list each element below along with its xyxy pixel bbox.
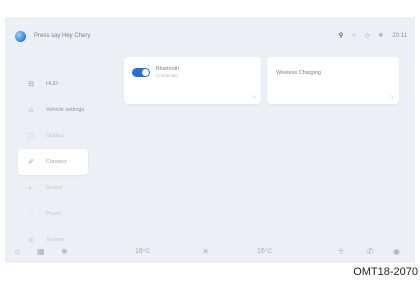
bluetooth-status-icon: ✲: [378, 33, 384, 39]
sidebar-item-display[interactable]: ☐ Display: [18, 123, 88, 149]
expand-arrow-icon: ↘: [389, 94, 394, 100]
wireless-charging-title: Wireless Charging: [276, 70, 321, 76]
bluetooth-tile[interactable]: Bluetooth Connected ↘: [124, 57, 261, 104]
home-icon[interactable]: ⌂: [15, 247, 20, 257]
sound-icon: ◐: [28, 184, 34, 192]
bluetooth-title: Bluetooth: [156, 66, 180, 72]
sidebar-item-vehicle-settings[interactable]: ⌂ Vehicle settings: [18, 97, 88, 123]
phone-icon[interactable]: ✆: [367, 247, 374, 257]
left-temp-unit: °C: [142, 248, 151, 255]
hud-icon: ⊟: [28, 81, 34, 88]
clock: 20:11: [392, 32, 407, 39]
car-icon: ⌂: [28, 106, 34, 114]
sidebar-item-label: Power: [46, 211, 62, 217]
status-icons: ⚲ ○ ◇ ✲ 20:11: [339, 32, 407, 40]
search-icon[interactable]: ⚲: [339, 32, 343, 39]
sidebar-item-connect[interactable]: ✐ Connect: [18, 149, 88, 175]
figure-code: OMT18-2070: [353, 266, 418, 278]
fan-icon[interactable]: ❀: [61, 247, 68, 257]
right-temp-value: 16: [257, 248, 265, 255]
connect-icon: ✐: [28, 159, 34, 166]
climate-icon[interactable]: ☀: [202, 247, 209, 257]
bluetooth-toggle[interactable]: [132, 68, 150, 77]
left-temp-value: 16: [135, 248, 143, 255]
left-temperature[interactable]: 16°C: [135, 247, 150, 257]
sidebar-item-label: Sound: [46, 185, 62, 191]
apps-icon[interactable]: ▦: [37, 247, 45, 257]
status-bar: Press say Hey Chery ⚲ ○ ◇ ✲ 20:11: [5, 17, 415, 57]
sidebar-item-label: HUD: [46, 81, 58, 87]
infotainment-screen: Press say Hey Chery ⚲ ○ ◇ ✲ 20:11 ⊟ HUD …: [5, 17, 415, 263]
bluetooth-subtitle: Connected: [156, 73, 178, 78]
sidebar-item-hud[interactable]: ⊟ HUD: [18, 71, 88, 97]
sidebar-item-sound[interactable]: ◐ Sound: [18, 175, 88, 201]
display-icon: ☐: [27, 133, 35, 140]
sidebar-item-power[interactable]: ◌ Power: [18, 201, 88, 227]
settings-sidebar: ⊟ HUD ⌂ Vehicle settings ☐ Display ✐ Con…: [18, 71, 88, 253]
voice-assistant-icon[interactable]: [15, 31, 26, 42]
power-icon: ◌: [28, 210, 34, 218]
bottom-dock: ⌂ ▦ ❀ 16°C ☀ 16°C ☥ ✆ ◉: [5, 241, 415, 263]
voice-assistant-prompt[interactable]: Press say Hey Chery: [34, 33, 90, 39]
sidebar-item-label: Display: [46, 133, 65, 139]
right-temperature[interactable]: 16°C: [257, 247, 272, 257]
signal-icon: ○: [352, 32, 356, 39]
seat-heat-icon[interactable]: ☥: [338, 247, 344, 257]
wifi-icon: ◇: [364, 33, 370, 39]
sidebar-item-label: Vehicle settings: [46, 107, 85, 113]
volume-icon[interactable]: ◉: [393, 247, 400, 257]
wireless-charging-tile[interactable]: Wireless Charging ↘: [267, 57, 399, 104]
expand-arrow-icon: ↘: [251, 94, 256, 100]
right-temp-unit: °C: [264, 248, 273, 255]
sidebar-item-label: Connect: [46, 159, 67, 165]
